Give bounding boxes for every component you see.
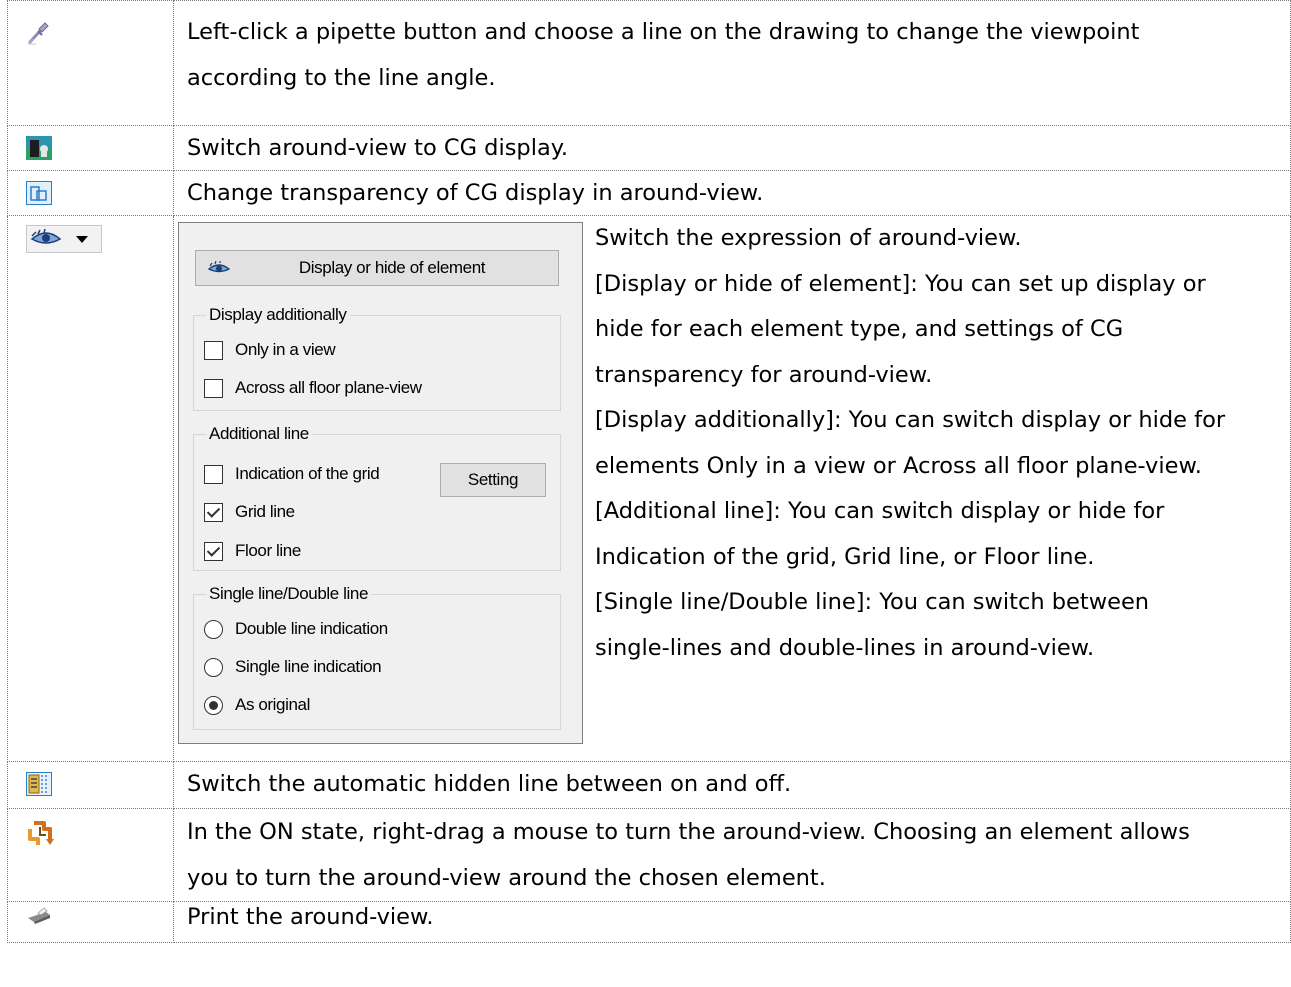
table-row: In the ON state, right-drag a mouse to t… [7, 808, 1291, 902]
checkbox-label: Grid line [235, 502, 295, 521]
icon-cell [7, 761, 174, 809]
description-line: you to turn the around-view around the c… [187, 865, 826, 891]
icon-cell [7, 125, 174, 171]
radio-circle [204, 657, 223, 677]
radio-circle [204, 619, 223, 639]
print-icon[interactable] [26, 906, 52, 930]
description-line: elements Only in a view or Across all fl… [595, 452, 1202, 479]
description-line: Indication of the grid, Grid line, or Fl… [595, 543, 1095, 570]
checkbox-box [204, 464, 223, 484]
description-text: Switch the expression of around-view. [D… [595, 216, 1225, 671]
setting-button[interactable]: Setting [440, 463, 546, 497]
double-line-radio[interactable]: Double line indication [204, 617, 388, 641]
icon-cell [7, 215, 174, 762]
grid-line-checkbox[interactable]: Grid line [204, 500, 295, 524]
description-line: transparency for around-view. [595, 361, 933, 388]
description-line: hide for each element type, and settings… [595, 316, 1124, 342]
table-row: Change transparency of CG display in aro… [7, 170, 1291, 216]
checkbox-label: Only in a view [235, 340, 336, 359]
description-cell: Switch the automatic hidden line between… [173, 761, 1291, 809]
function-table: Left-click a pipette button and choose a… [7, 0, 1291, 943]
eyedropper-icon[interactable] [26, 19, 52, 49]
description-line: Switch around-view to CG display. [187, 135, 569, 161]
checkbox-label: Floor line [235, 541, 301, 560]
table-row: Left-click a pipette button and choose a… [7, 0, 1291, 126]
checkbox-box [204, 340, 223, 360]
table-row: Switch around-view to CG display. [7, 125, 1291, 171]
display-settings-panel: Display or hide of element Display addit… [178, 222, 583, 744]
across-all-floor-checkbox[interactable]: Across all floor plane-view [204, 376, 422, 400]
description-cell: In the ON state, right-drag a mouse to t… [173, 808, 1291, 902]
as-original-radio[interactable]: As original [204, 693, 310, 717]
checkbox-label: Across all floor plane-view [235, 378, 422, 397]
description-line: single-lines and double-lines in around-… [595, 634, 1095, 661]
description-line: Switch the expression of around-view. [595, 225, 1022, 251]
description-line: according to the line angle. [187, 65, 496, 91]
description-line: Switch the automatic hidden line between… [187, 771, 792, 797]
checkbox-box [204, 541, 223, 561]
group-title: Display additionally [206, 305, 350, 325]
description-line: [Single line/Double line]: You can switc… [595, 589, 1150, 615]
icon-cell [7, 901, 174, 943]
icon-cell [7, 170, 174, 216]
display-or-hide-button[interactable]: Display or hide of element [195, 250, 559, 286]
single-line-radio[interactable]: Single line indication [204, 655, 382, 679]
floor-line-checkbox[interactable]: Floor line [204, 539, 301, 563]
checkbox-box [204, 502, 223, 522]
radio-label: Double line indication [235, 619, 388, 638]
description-line: Print the around-view. [187, 904, 434, 930]
radio-label: Single line indication [235, 657, 382, 676]
description-cell: Change transparency of CG display in aro… [173, 170, 1291, 216]
table-row: Display or hide of element Display addit… [7, 215, 1291, 762]
description-cell: Switch around-view to CG display. [173, 125, 1291, 171]
description-line: [Display additionally]: You can switch d… [595, 407, 1226, 433]
description-line: [Additional line]: You can switch displa… [595, 498, 1165, 524]
button-label: Display or hide of element [298, 258, 486, 277]
table-row: Print the around-view. [7, 901, 1291, 943]
indication-grid-checkbox[interactable]: Indication of the grid [204, 462, 380, 486]
checkbox-label: Indication of the grid [235, 464, 380, 483]
eye-dropdown-icon[interactable] [26, 225, 102, 257]
description-line: In the ON state, right-drag a mouse to t… [187, 819, 1190, 845]
description-line: Change transparency of CG display in aro… [187, 180, 764, 206]
group-title: Single line/Double line [206, 584, 372, 604]
hidden-line-icon[interactable] [26, 772, 52, 800]
radio-circle [204, 695, 223, 715]
group-title: Additional line [206, 424, 312, 444]
description-cell: Print the around-view. [173, 901, 1291, 943]
description-cell: Left-click a pipette button and choose a… [173, 0, 1291, 126]
description-line: Left-click a pipette button and choose a… [187, 19, 1140, 45]
icon-cell [7, 808, 174, 902]
display-additionally-group: Display additionally Only in a view Acro… [193, 305, 561, 411]
additional-line-group: Additional line Indication of the grid S… [193, 424, 561, 571]
table-row: Switch the automatic hidden line between… [7, 761, 1291, 809]
rotate-view-icon[interactable] [26, 819, 54, 851]
description-line: [Display or hide of element]: You can se… [595, 270, 1206, 297]
cg-display-icon[interactable] [26, 136, 52, 164]
single-double-line-group: Single line/Double line Double line indi… [193, 584, 561, 730]
icon-cell [7, 0, 174, 126]
checkbox-box [204, 378, 223, 398]
radio-label: As original [235, 695, 310, 714]
transparency-icon[interactable] [26, 181, 52, 209]
only-in-a-view-checkbox[interactable]: Only in a view [204, 338, 336, 362]
description-cell: Display or hide of element Display addit… [173, 215, 1291, 762]
